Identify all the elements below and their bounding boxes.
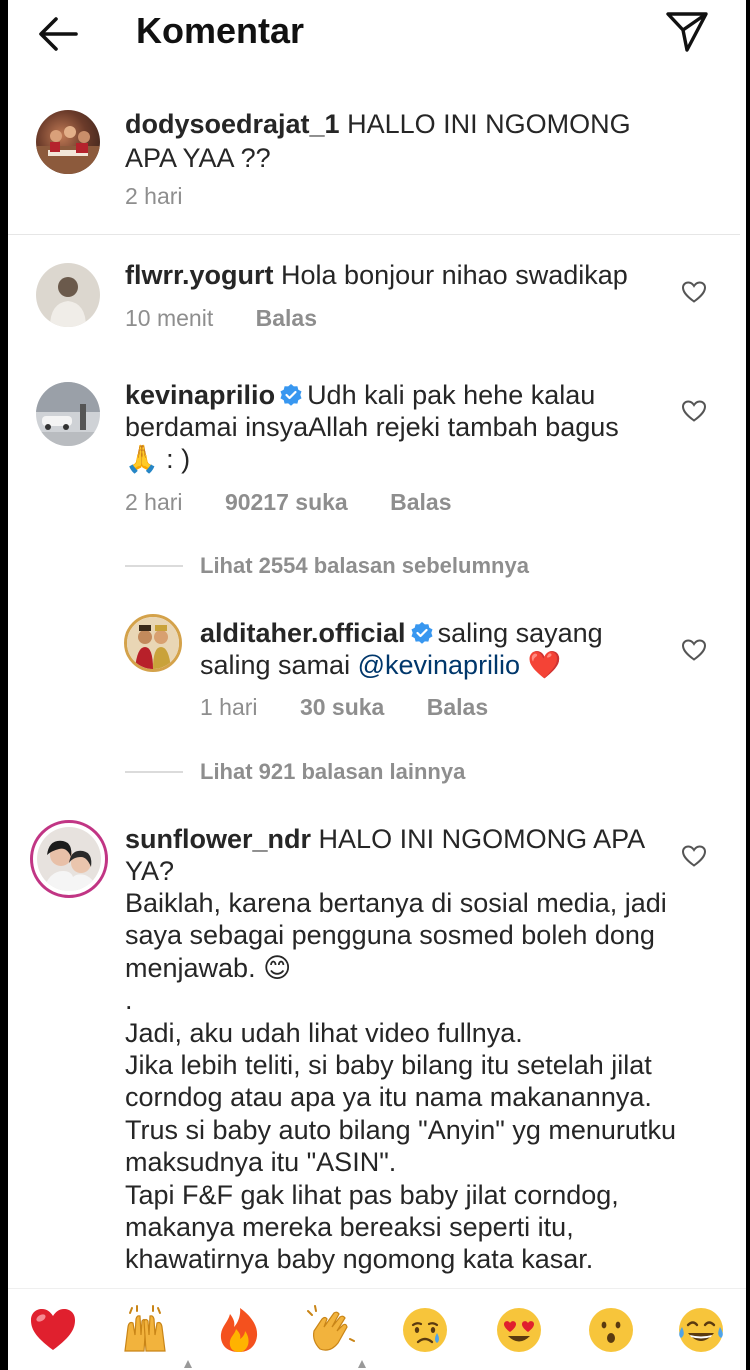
surprised-face-emoji-icon[interactable] [586,1305,636,1355]
avatar[interactable] [124,614,182,672]
nav-indicator [358,1360,366,1368]
page-title: Komentar [136,10,305,51]
heart-icon[interactable] [681,844,707,868]
comment-username[interactable]: sunflower_ndr [125,824,311,854]
comment-time: 10 menit [125,305,214,331]
comment-paragraphs: Baiklah, karena bertanya di sosial media… [125,888,676,1275]
comment-text: kevinaprilio Udh kali pak hehe kalau berd… [125,379,635,475]
verified-badge-icon [280,384,302,406]
verified-badge-icon [411,622,433,644]
heart-eyes-emoji-icon[interactable] [494,1305,544,1355]
comment-text: flwrr.yogurt Hola bonjour nihao swadikap [125,259,665,291]
clapping-hands-emoji-icon[interactable] [306,1305,356,1355]
caption-time: 2 hari [125,183,183,209]
tears-of-joy-emoji-icon[interactable] [676,1305,726,1355]
reply-time: 1 hari [200,694,258,720]
view-replies-line [125,565,183,567]
comment-text: sunflower_ndr HALO INI NGOMONG APA YA? [125,823,645,887]
caption-meta: 2 hari [125,183,219,210]
paper-plane-icon[interactable] [664,8,710,54]
reply-button[interactable]: Balas [427,694,488,721]
reply-text: alditaher.official saling sayang saling s… [200,617,650,681]
heart-emoji: ❤️ [527,650,562,680]
arrow-left-icon[interactable] [36,14,80,54]
emoji-reaction-bar [8,1288,746,1370]
comment-meta: 10 menit Balas [125,305,353,332]
reply-meta: 1 hari 30 suka Balas [200,694,524,721]
avatar[interactable] [36,382,100,446]
avatar[interactable] [36,263,100,327]
crying-face-emoji-icon[interactable] [400,1305,450,1355]
screen-edge-right [746,0,750,1370]
comment-body-long: Baiklah, karena bertanya di sosial media… [125,887,685,1287]
comment-time: 2 hari [125,489,183,515]
heart-icon[interactable] [681,280,707,304]
avatar[interactable] [36,110,100,174]
likes-count[interactable]: 90217 suka [225,489,348,516]
view-previous-replies-button[interactable]: Lihat 2554 balasan sebelumnya [200,553,529,579]
heart-icon[interactable] [681,399,707,423]
comment-username[interactable]: kevinaprilio [125,380,275,410]
comment-body: Hola bonjour nihao swadikap [281,260,628,290]
comment-username[interactable]: flwrr.yogurt [125,260,274,290]
view-more-replies-button[interactable]: Lihat 921 balasan lainnya [200,759,465,785]
view-replies-line [125,771,183,773]
screen-edge-left [0,0,8,1370]
nav-indicator [184,1360,192,1368]
reply-button[interactable]: Balas [390,489,451,516]
comment-meta: 2 hari 90217 suka Balas [125,489,487,516]
reply-username[interactable]: alditaher.official [200,618,406,648]
comments-screen: Komentar dodysoedrajat_1 HALLO INI NGOMO… [0,0,750,1370]
fire-emoji-icon[interactable] [214,1305,264,1355]
mention-link[interactable]: @kevinaprilio [358,650,520,680]
red-heart-emoji-icon[interactable] [28,1305,78,1355]
top-bar: Komentar [8,0,746,78]
divider [8,234,740,235]
caption-text: dodysoedrajat_1 HALLO INI NGOMONG APA YA… [125,107,685,175]
heart-icon[interactable] [681,638,707,662]
raising-hands-emoji-icon[interactable] [120,1305,170,1355]
caption-username[interactable]: dodysoedrajat_1 [125,109,340,139]
avatar[interactable] [30,820,108,898]
reply-button[interactable]: Balas [256,305,317,332]
likes-count[interactable]: 30 suka [300,694,384,721]
